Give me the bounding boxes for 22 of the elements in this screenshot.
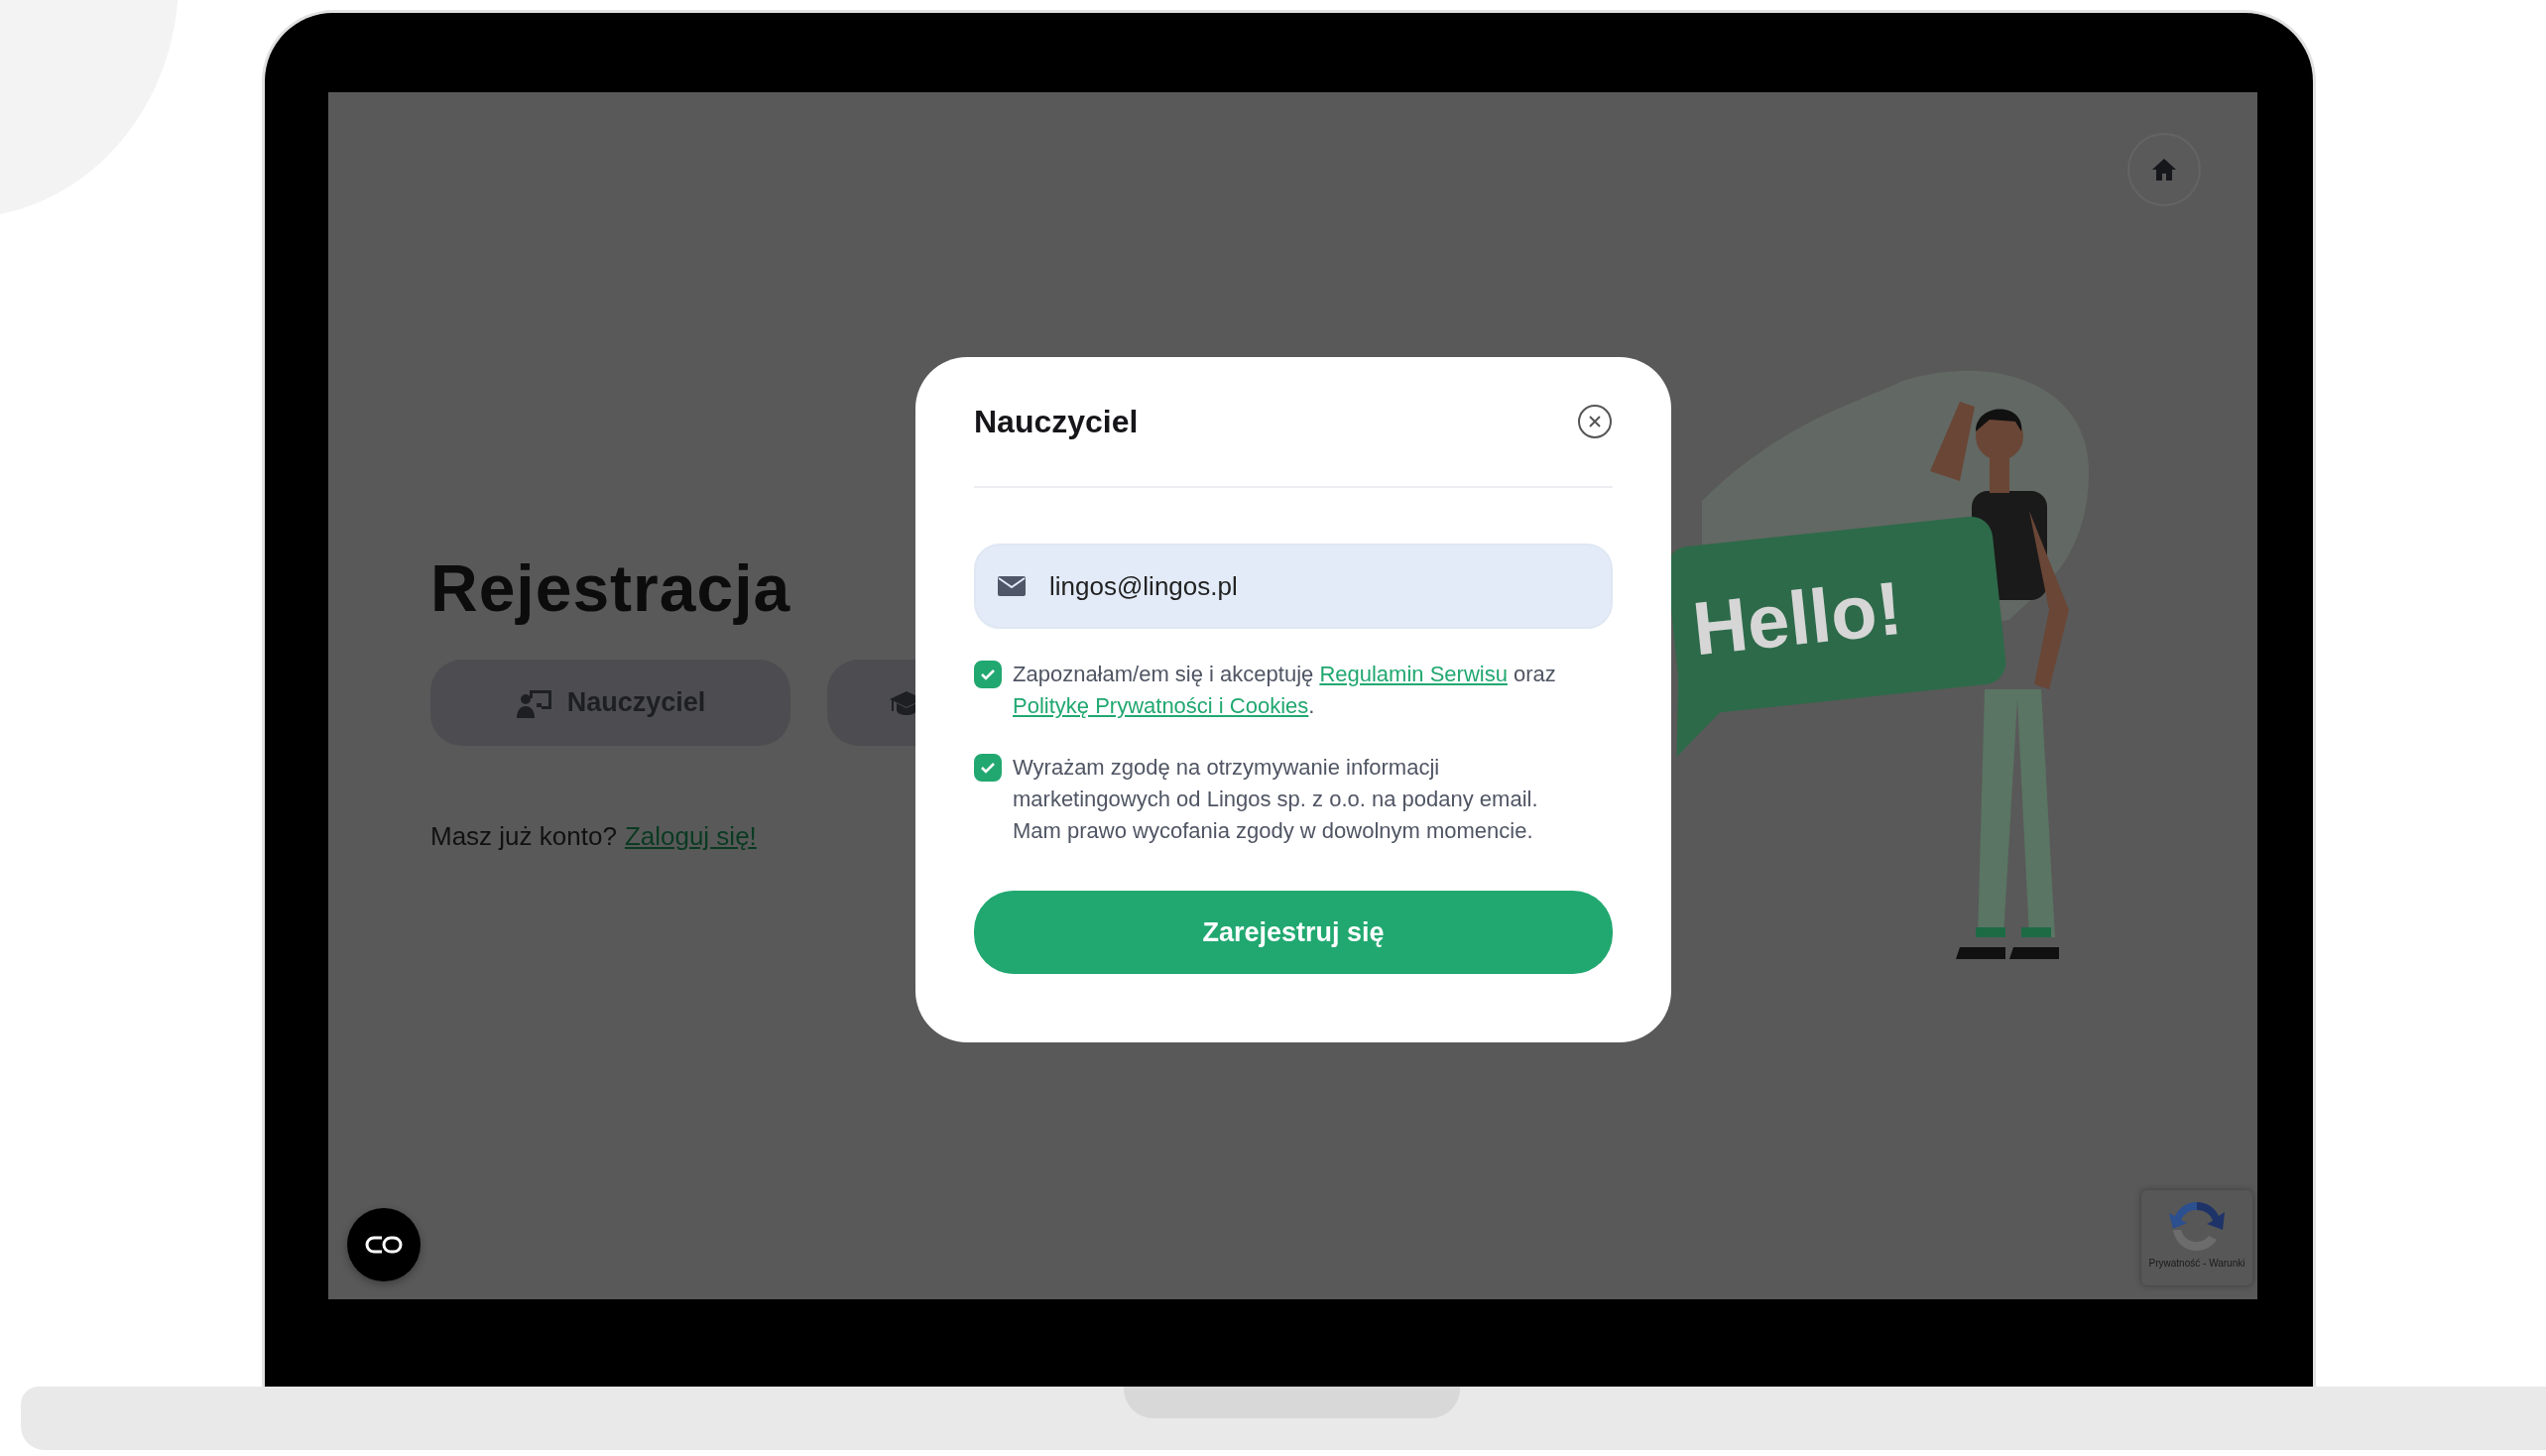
checkmark-icon (980, 668, 996, 680)
hello-sign-text: Hello! (1688, 564, 1906, 671)
envelope-icon (998, 576, 1026, 596)
close-icon (1577, 404, 1613, 439)
terms-link[interactable]: Politykę Prywatności i Cookies (1013, 693, 1309, 718)
accessibility-badge[interactable] (347, 1208, 421, 1281)
consent-checkbox[interactable] (974, 754, 1002, 782)
home-icon (2151, 158, 2177, 182)
checkmark-icon (980, 762, 996, 774)
page-title: Rejestracja (430, 550, 791, 627)
teacher-board-icon (515, 687, 553, 718)
dialog-title: Nauczyciel (974, 403, 1139, 440)
consent-checkbox[interactable] (974, 661, 1002, 688)
consent-text: Zapoznałam/em się i akceptuję Regulamin Serwisu oraz Politykę Prywatności i Cookies. (1013, 661, 1557, 720)
login-link[interactable]: Zaloguj się! (624, 818, 757, 854)
email-field[interactable]: lingos@lingos.pl (974, 544, 1613, 629)
consent-text: Wyrażam zgodę na otrzymywanie informacji marketingowych od Lingos sp. z o.o. na podany email. Mam prawo wycofania zgody w dowolnym momencie. (1013, 754, 1539, 845)
recaptcha-links[interactable]: Prywatność - Warunki (2148, 1258, 2245, 1269)
terms-link[interactable]: Regulamin Serwisu (1319, 662, 1508, 686)
close-button[interactable] (1577, 404, 1613, 439)
login-prompt: Masz już konto? (430, 820, 617, 853)
register-button[interactable]: Zarejestruj się (974, 891, 1613, 974)
